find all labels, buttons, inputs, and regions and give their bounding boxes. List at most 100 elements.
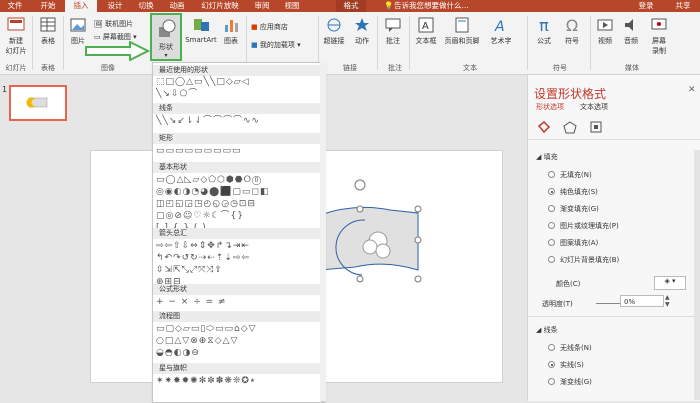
tab-view[interactable]: 视图 (280, 0, 304, 12)
comment-icon (385, 18, 401, 32)
svg-text:A: A (422, 21, 429, 32)
stars-row[interactable]: ✶✷✸✹✺✻✼✽❋❊✪⭑ (156, 376, 256, 386)
header-footer-label: 页眉和页脚 (444, 37, 480, 45)
fill-bucket-icon[interactable] (536, 120, 552, 134)
tab-text-options[interactable]: 文本选项 (580, 102, 608, 112)
line-radio-1[interactable] (548, 361, 555, 368)
basic-row-2[interactable]: ◎◉◐◑◔◕⬤⬛▢▭◻◧ (156, 187, 269, 197)
tab-format[interactable]: 格式 (336, 0, 366, 12)
spinner-icon[interactable]: ▲ ▼ (665, 294, 670, 308)
tab-shape-options[interactable]: 形状选项 (536, 102, 564, 112)
comment-button[interactable]: 批注 (381, 16, 405, 46)
fill-option-label: 渐变填充(G) (560, 205, 599, 213)
recent-shapes-row-1[interactable]: ⬚□◯△▭╲╲□◇▱◁ (156, 77, 250, 87)
symbol-button[interactable]: Ω 符号 (560, 16, 584, 46)
tab-animations[interactable]: 动画 (165, 0, 189, 12)
tab-slideshow[interactable]: 幻灯片放映 (196, 0, 244, 12)
textbox-icon: A (418, 17, 434, 33)
table-button[interactable]: 表格 (36, 16, 60, 46)
shapes-label: 形状 (159, 43, 173, 51)
basic-row-3[interactable]: ◫◰◱◲◳◴◵◶◷⊡⊟ (156, 199, 256, 209)
textbox-button[interactable]: A 文本框 (413, 16, 439, 46)
transparency-input[interactable]: 0% (620, 295, 664, 307)
rectangles-row[interactable]: ▭▭▭▭▭▭▭▭▭ (156, 146, 242, 156)
svg-text:A: A (494, 19, 505, 34)
tab-home[interactable]: 开始 (36, 0, 60, 12)
line-radio-0[interactable] (548, 344, 555, 351)
my-addins-label: 我的加载项 (259, 41, 295, 49)
size-layout-icon[interactable] (588, 120, 604, 134)
flowchart-row-1[interactable]: ▭▢◇▱▭▯⬭▭▭⌂◇▽ (156, 324, 257, 334)
line-header[interactable]: ◢ 线条 (536, 325, 558, 335)
new-slide-button[interactable]: 新建 幻灯片 (2, 16, 30, 56)
chart-label: 图表 (224, 37, 238, 45)
format-shape-pane: 设置形状格式 ✕ 形状选项 文本选项 ◢ 填充 无填充(N) 纯色填充(S) 渐变填… (527, 75, 700, 401)
lines-row[interactable]: ╲╲↘↙⇂⇃⌒⌒⌒⌒∿∿ (156, 116, 260, 126)
share-button[interactable]: 共享 (670, 0, 696, 12)
recent-shapes-row-2[interactable]: ╲↘⇩⬠⌒ (156, 89, 198, 99)
flowchart-row-3[interactable]: ◒◓◐◑⊖ (156, 348, 200, 358)
video-button[interactable]: 视频 (594, 16, 616, 46)
section-arrows: 箭头总汇 (153, 228, 321, 239)
pane-scrollbar[interactable] (694, 150, 700, 400)
section-basic: 基本形状 (153, 162, 321, 173)
smartart-button[interactable]: SmartArt (185, 16, 217, 44)
header-footer-button[interactable]: 页眉和页脚 (441, 16, 483, 46)
fill-radio-0[interactable] (548, 171, 555, 178)
online-picture-button[interactable]: 🖼 联机图片 (94, 19, 133, 29)
gallery-scrollbar[interactable] (320, 62, 326, 401)
tell-me-box[interactable]: 告诉我您想要做什么... (394, 0, 504, 12)
section-flowchart: 流程图 (153, 311, 321, 322)
pentagon-icon[interactable] (562, 120, 578, 134)
wordart-button[interactable]: A 艺术字 (485, 16, 517, 46)
login-link[interactable]: 登录 (634, 0, 658, 12)
basic-row-4[interactable]: ▢◎⊘☺♡☼☾⌒{} (156, 211, 244, 221)
action-button[interactable]: 动作 (351, 16, 373, 46)
fill-radio-2[interactable] (548, 205, 555, 212)
hyperlink-button[interactable]: 超链接 (321, 16, 347, 46)
speaker-icon (625, 19, 633, 31)
video-label: 视频 (598, 37, 612, 45)
fill-radio-1[interactable] (548, 188, 555, 195)
color-picker-button[interactable]: ◈ ▾ (654, 276, 686, 290)
fill-radio-4[interactable] (548, 239, 555, 246)
title-bar: 文件 开始 插入 设计 切换 动画 幻灯片放映 审阅 视图 格式 💡 告诉我您想… (0, 0, 700, 12)
fill-header[interactable]: ◢ 填充 (536, 152, 558, 162)
equation-button[interactable]: π 公式 (532, 16, 556, 46)
screen-record-label: 屏幕 录制 (652, 37, 666, 55)
arrows-row-2[interactable]: ↰↶↷↺↻⇢⇠⇡⇣⇨⇦ (156, 253, 250, 263)
tab-design[interactable]: 设计 (103, 0, 127, 12)
fill-radio-3[interactable] (548, 222, 555, 229)
transparency-slider[interactable] (596, 303, 620, 304)
header-footer-icon (455, 17, 469, 33)
line-radio-2[interactable] (548, 378, 555, 385)
screen-record-button[interactable]: 屏幕 录制 (646, 16, 672, 56)
fill-header-label: 填充 (543, 153, 558, 161)
shapes-gallery[interactable]: 最近使用的形状 ⬚□◯△▭╲╲□◇▱◁ ╲↘⇩⬠⌒ 线条 ╲╲↘↙⇂⇃⌒⌒⌒⌒∿… (152, 62, 322, 403)
pane-divider-2 (528, 316, 700, 317)
wordart-label: 艺术字 (490, 37, 512, 45)
fill-radio-5[interactable] (548, 256, 555, 263)
chart-button[interactable]: 图表 (220, 16, 242, 46)
audio-button[interactable]: 音频 (620, 16, 642, 46)
online-picture-label: 联机图片 (105, 20, 134, 28)
arrows-row-3[interactable]: ⇳⇲⇱⤡⤢⤧⤨⇪ (156, 265, 223, 275)
tab-insert[interactable]: 插入 (65, 0, 97, 12)
equation-row[interactable]: + − × ÷ = ≠ (156, 297, 227, 307)
pane-close-icon[interactable]: ✕ (688, 85, 696, 95)
group-tables-label: 表格 (41, 64, 55, 72)
video-icon (597, 19, 613, 31)
line-option-label: 实线(S) (560, 361, 584, 369)
audio-label: 音频 (624, 37, 638, 45)
tab-file[interactable]: 文件 (4, 0, 26, 12)
smartart-icon (194, 19, 209, 31)
basic-row-1[interactable]: ▭◯△◺▱◇⬠⬡⬢⬣⭘⓪ (156, 175, 262, 185)
arrows-row-1[interactable]: ⇨⇦⇧⇩⇔⇕✥↱↴⇥⇤ (156, 241, 250, 251)
store-button[interactable]: ■ 应用商店 (251, 22, 288, 32)
my-addins-button[interactable]: ■ 我的加载项 ▾ (251, 40, 301, 50)
slide-thumbnail-1[interactable] (9, 85, 67, 121)
tab-review[interactable]: 审阅 (250, 0, 274, 12)
tab-transitions[interactable]: 切换 (134, 0, 158, 12)
shapes-button[interactable]: 形状 ▾ (150, 13, 182, 61)
flowchart-row-2[interactable]: ○□△▽⊗⊕⧖◇△▽ (156, 336, 238, 346)
